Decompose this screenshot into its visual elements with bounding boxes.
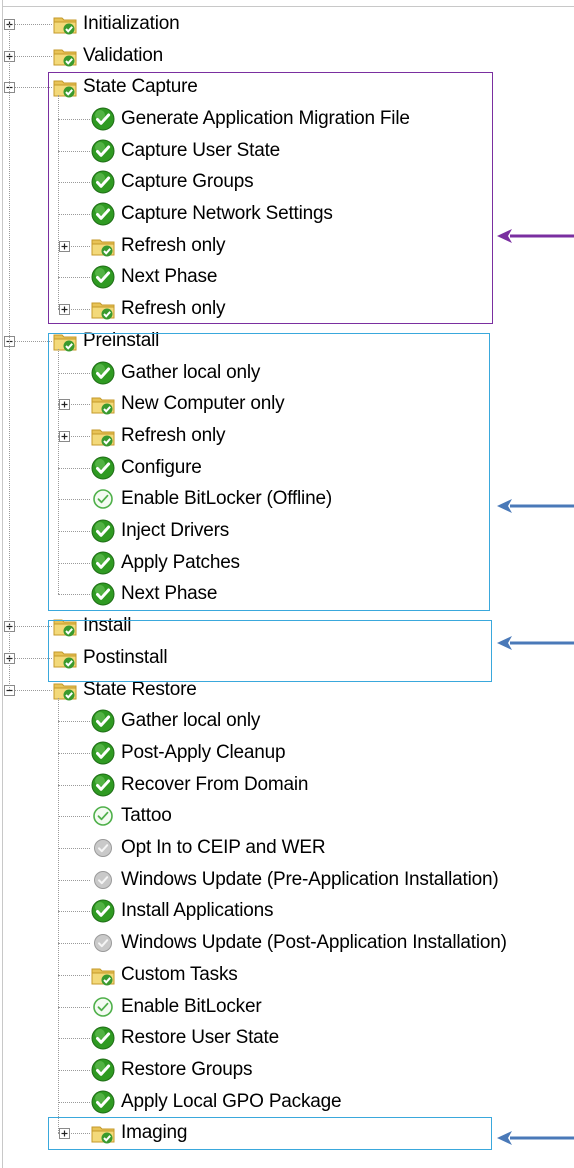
- imaging-arrow: [497, 1131, 574, 1145]
- annotation-arrows: [497, 229, 574, 1145]
- preinstall-arrow: [497, 499, 574, 513]
- task-sequence-tree: Initialization Validation State Capture Gen…: [0, 0, 574, 1168]
- install-postinstall-arrow: [497, 636, 574, 650]
- state-capture-arrow: [497, 229, 574, 243]
